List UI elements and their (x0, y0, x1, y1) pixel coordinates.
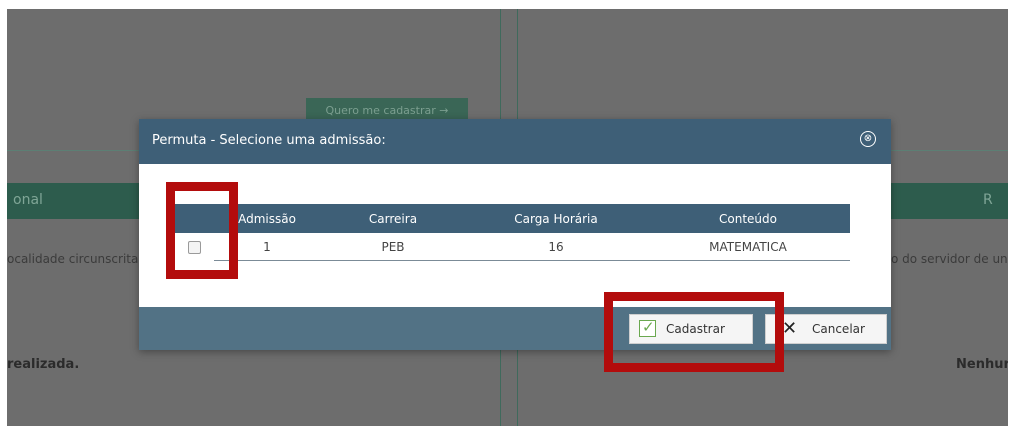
row-checkbox[interactable] (187, 240, 201, 254)
left-section-status: realizada. (7, 357, 80, 372)
close-x-icon: ✕ (782, 318, 798, 339)
cadastrar-label: Cadastrar (666, 322, 725, 336)
table-header-row: Admissão Carreira Carga Horária Conteúdo (174, 204, 850, 233)
checkmark-icon: ✓ (639, 319, 656, 337)
column-header-select (174, 204, 214, 233)
cell-admissao: 1 (214, 233, 320, 261)
cell-carga-horaria: 16 (466, 233, 646, 261)
admission-select-modal: Permuta - Selecione uma admissão: ⊗ Admi… (139, 119, 891, 350)
cadastrar-button[interactable]: ✓ Cadastrar (629, 314, 753, 344)
column-header-admissao: Admissão (214, 204, 320, 233)
modal-footer: ✓ Cadastrar ✕ Cancelar (139, 307, 891, 350)
right-section-title: R (983, 192, 993, 208)
column-header-carreira: Carreira (320, 204, 466, 233)
column-header-carga-horaria: Carga Horária (466, 204, 646, 233)
left-section-title: onal (13, 192, 43, 208)
cancelar-button[interactable]: ✕ Cancelar (765, 314, 887, 344)
close-icon[interactable]: ⊗ (860, 131, 876, 147)
admissions-table: Admissão Carreira Carga Horária Conteúdo… (174, 204, 850, 261)
column-header-conteudo: Conteúdo (646, 204, 850, 233)
table-row[interactable]: 1 PEB 16 MATEMATICA (174, 233, 850, 261)
cell-conteudo: MATEMATICA (646, 233, 850, 261)
right-section-status: Nenhur (956, 357, 1008, 372)
left-section-text: ocalidade circunscrita (7, 252, 139, 266)
modal-header: Permuta - Selecione uma admissão: ⊗ (139, 119, 891, 164)
modal-title: Permuta - Selecione uma admissão: (152, 133, 386, 148)
row-select-cell (174, 233, 214, 261)
cell-carreira: PEB (320, 233, 466, 261)
cancelar-label: Cancelar (812, 322, 865, 336)
right-section-text: o do servidor de un (891, 252, 1008, 266)
